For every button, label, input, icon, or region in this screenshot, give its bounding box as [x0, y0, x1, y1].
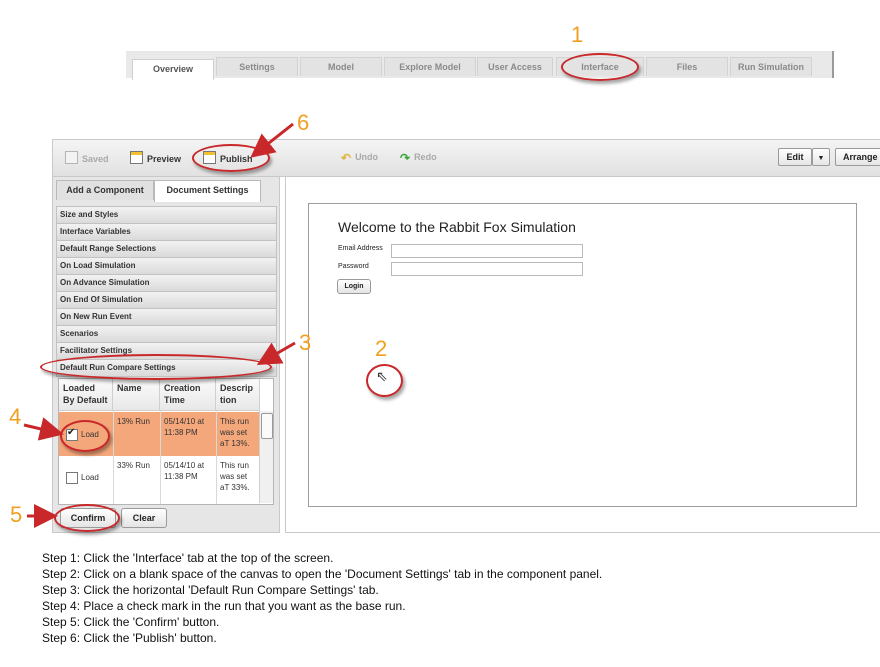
instruction-step: Step 2: Click on a blank space of the ca…	[42, 567, 603, 581]
instructions: Step 1: Click the 'Interface' tab at the…	[42, 550, 602, 646]
instruction-step: Step 6: Click the 'Publish' button.	[42, 631, 217, 645]
instruction-step: Step 4: Place a check mark in the run th…	[42, 599, 406, 613]
instruction-step: Step 3: Click the horizontal 'Default Ru…	[42, 583, 379, 597]
instruction-step: Step 1: Click the 'Interface' tab at the…	[42, 551, 334, 565]
arrow-icon	[250, 122, 294, 158]
instruction-step: Step 5: Click the 'Confirm' button.	[42, 615, 220, 629]
arrow-icon	[256, 341, 296, 365]
arrow-icon	[23, 417, 64, 441]
